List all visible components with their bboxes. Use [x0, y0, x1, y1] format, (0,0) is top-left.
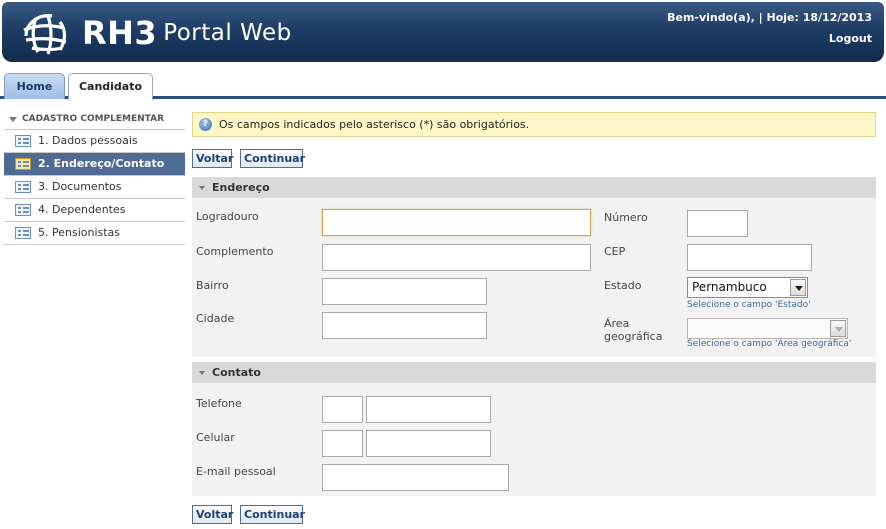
email-label: E-mail pessoal: [196, 465, 276, 478]
sidebar-item-label: 2. Endereço/Contato: [38, 157, 165, 170]
dropdown-arrow-icon[interactable]: [790, 279, 806, 296]
celular-number-input[interactable]: [366, 430, 491, 457]
estado-selected-value: Pernambuco: [692, 280, 767, 294]
back-button-bottom[interactable]: Voltar: [192, 505, 233, 524]
logradouro-label: Logradouro: [196, 210, 259, 223]
contato-section-header[interactable]: Contato: [192, 362, 876, 383]
back-button-top[interactable]: Voltar: [192, 149, 233, 168]
estado-hint: Selecione o campo 'Estado': [687, 300, 811, 310]
sidebar-item-label: 5. Pensionistas: [38, 226, 121, 239]
cidade-input[interactable]: [322, 312, 487, 339]
main-tabs: Home Candidato: [0, 72, 886, 100]
help-icon: ?: [199, 118, 212, 131]
area-hint: Selecione o campo 'Área geográfica': [687, 339, 852, 349]
sidebar-item-label: 1. Dados pessoais: [38, 134, 138, 147]
numero-input[interactable]: [687, 210, 748, 237]
sidebar: CADASTRO COMPLEMENTAR 1. Dados pessoais …: [4, 110, 185, 245]
sidebar-title: CADASTRO COMPLEMENTAR: [22, 114, 165, 124]
required-fields-notice: ? Os campos indicados pelo asterisco (*)…: [192, 112, 876, 137]
continue-button-bottom[interactable]: Continuar: [240, 505, 305, 524]
brand-title: RH3 Portal Web: [82, 14, 292, 52]
estado-select[interactable]: Pernambuco: [687, 277, 808, 298]
area-label-line2: geográfica: [604, 330, 663, 343]
logout-link[interactable]: Logout: [829, 32, 872, 45]
sidebar-item-dados-pessoais[interactable]: 1. Dados pessoais: [4, 130, 185, 153]
collapse-triangle-icon: [9, 117, 17, 122]
telefone-label: Telefone: [196, 397, 242, 410]
sidebar-item-endereco-contato[interactable]: 2. Endereço/Contato: [4, 153, 185, 176]
form-icon: [15, 227, 31, 239]
endereco-section-header[interactable]: Endereço: [192, 177, 876, 198]
celular-label: Celular: [196, 431, 235, 444]
tab-candidato[interactable]: Candidato: [68, 73, 153, 100]
notice-text: Os campos indicados pelo asterisco (*) s…: [219, 118, 530, 131]
bairro-label: Bairro: [196, 279, 229, 292]
continue-button-top[interactable]: Continuar: [240, 149, 305, 168]
telefone-number-input[interactable]: [366, 396, 491, 423]
contato-section: Contato Telefone Celular E-mail pessoal: [192, 362, 876, 496]
area-label-line1: Área: [604, 317, 630, 330]
section-title: Endereço: [212, 181, 270, 194]
cep-label: CEP: [604, 245, 626, 258]
form-icon: [15, 204, 31, 216]
cep-input[interactable]: [687, 244, 812, 271]
endereco-section: Endereço Logradouro Número Complemento C…: [192, 177, 876, 357]
sidebar-item-documentos[interactable]: 3. Documentos: [4, 176, 185, 199]
tab-home[interactable]: Home: [4, 73, 65, 99]
collapse-triangle-icon: [199, 186, 205, 190]
collapse-triangle-icon: [199, 371, 205, 375]
bairro-input[interactable]: [322, 278, 487, 305]
estado-label: Estado: [604, 279, 642, 292]
telefone-ddd-input[interactable]: [322, 396, 363, 423]
logradouro-input[interactable]: [322, 209, 591, 236]
sidebar-item-dependentes[interactable]: 4. Dependentes: [4, 199, 185, 222]
complemento-input[interactable]: [322, 244, 591, 271]
sidebar-section-header[interactable]: CADASTRO COMPLEMENTAR: [4, 110, 185, 130]
globe-logo-icon: [23, 14, 67, 55]
celular-ddd-input[interactable]: [322, 430, 363, 457]
area-geografica-select[interactable]: [687, 318, 848, 339]
brand-name: RH3: [82, 14, 158, 52]
welcome-message: Bem-vindo(a), | Hoje: 18/12/2013: [667, 11, 872, 24]
form-icon: [15, 135, 31, 147]
app-header: RH3 Portal Web Bem-vindo(a), | Hoje: 18/1…: [2, 2, 884, 62]
sidebar-item-pensionistas[interactable]: 5. Pensionistas: [4, 222, 185, 245]
sidebar-item-label: 4. Dependentes: [38, 203, 126, 216]
cidade-label: Cidade: [196, 312, 235, 325]
section-title: Contato: [212, 366, 261, 379]
form-edit-icon: [15, 158, 31, 170]
complemento-label: Complemento: [196, 245, 274, 258]
numero-label: Número: [604, 211, 648, 224]
email-input[interactable]: [322, 464, 509, 491]
dropdown-arrow-icon[interactable]: [830, 320, 846, 337]
sidebar-item-label: 3. Documentos: [38, 180, 122, 193]
form-icon: [15, 181, 31, 193]
product-name: Portal Web: [163, 20, 292, 46]
